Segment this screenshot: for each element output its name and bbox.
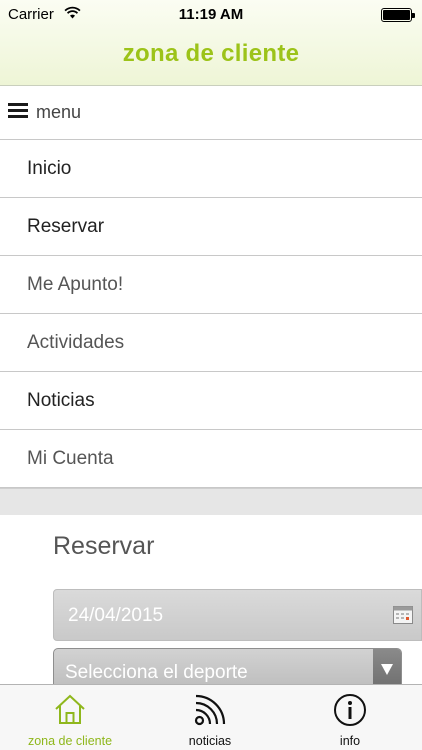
status-bar: Carrier 11:19 AM [0, 0, 422, 30]
sport-select-value: Selecciona el deporte [65, 662, 248, 683]
tab-label: info [339, 734, 361, 748]
tab-zona-de-cliente[interactable]: zona de cliente [0, 685, 140, 750]
menu-item-label: Reservar [27, 216, 105, 237]
menu-item-noticias[interactable]: Noticias [0, 372, 422, 430]
menu-item-label: Inicio [27, 158, 72, 179]
menu-toggle[interactable]: menu [0, 86, 422, 140]
form-title: Reservar [53, 532, 155, 560]
tab-label: noticias [188, 734, 232, 748]
tab-bar: zona de cliente noticias info [0, 684, 422, 750]
menu-list: Inicio Reservar Me Apunto! Actividades N… [0, 140, 422, 488]
tab-label: zona de cliente [27, 734, 113, 748]
rss-icon [193, 693, 227, 727]
battery-icon [381, 8, 415, 22]
hamburger-icon[interactable] [8, 103, 28, 118]
menu-item-label: Mi Cuenta [27, 448, 114, 469]
menu-item-label: Noticias [27, 390, 95, 411]
menu-item-me-apunto[interactable]: Me Apunto! [0, 256, 422, 314]
tab-noticias[interactable]: noticias [140, 685, 280, 750]
info-icon [333, 693, 367, 727]
menu-label: menu [36, 102, 82, 122]
clock-time: 11:19 AM [178, 6, 244, 23]
app-screen: Carrier 11:19 AM zona de cliente menu In… [0, 0, 422, 750]
home-icon [53, 693, 87, 727]
app-title: zona de cliente [122, 40, 300, 67]
menu-item-inicio[interactable]: Inicio [0, 140, 422, 198]
menu-item-actividades[interactable]: Actividades [0, 314, 422, 372]
header-bar: Carrier 11:19 AM zona de cliente [0, 0, 422, 86]
menu-item-label: Actividades [27, 332, 125, 353]
calendar-icon[interactable] [393, 605, 413, 624]
date-field[interactable]: 24/04/2015 [53, 589, 422, 641]
date-value: 24/04/2015 [68, 605, 164, 626]
section-divider [0, 488, 422, 515]
menu-item-reservar[interactable]: Reservar [0, 198, 422, 256]
menu-item-mi-cuenta[interactable]: Mi Cuenta [0, 430, 422, 488]
menu-item-label: Me Apunto! [27, 274, 124, 295]
tab-info[interactable]: info [280, 685, 420, 750]
